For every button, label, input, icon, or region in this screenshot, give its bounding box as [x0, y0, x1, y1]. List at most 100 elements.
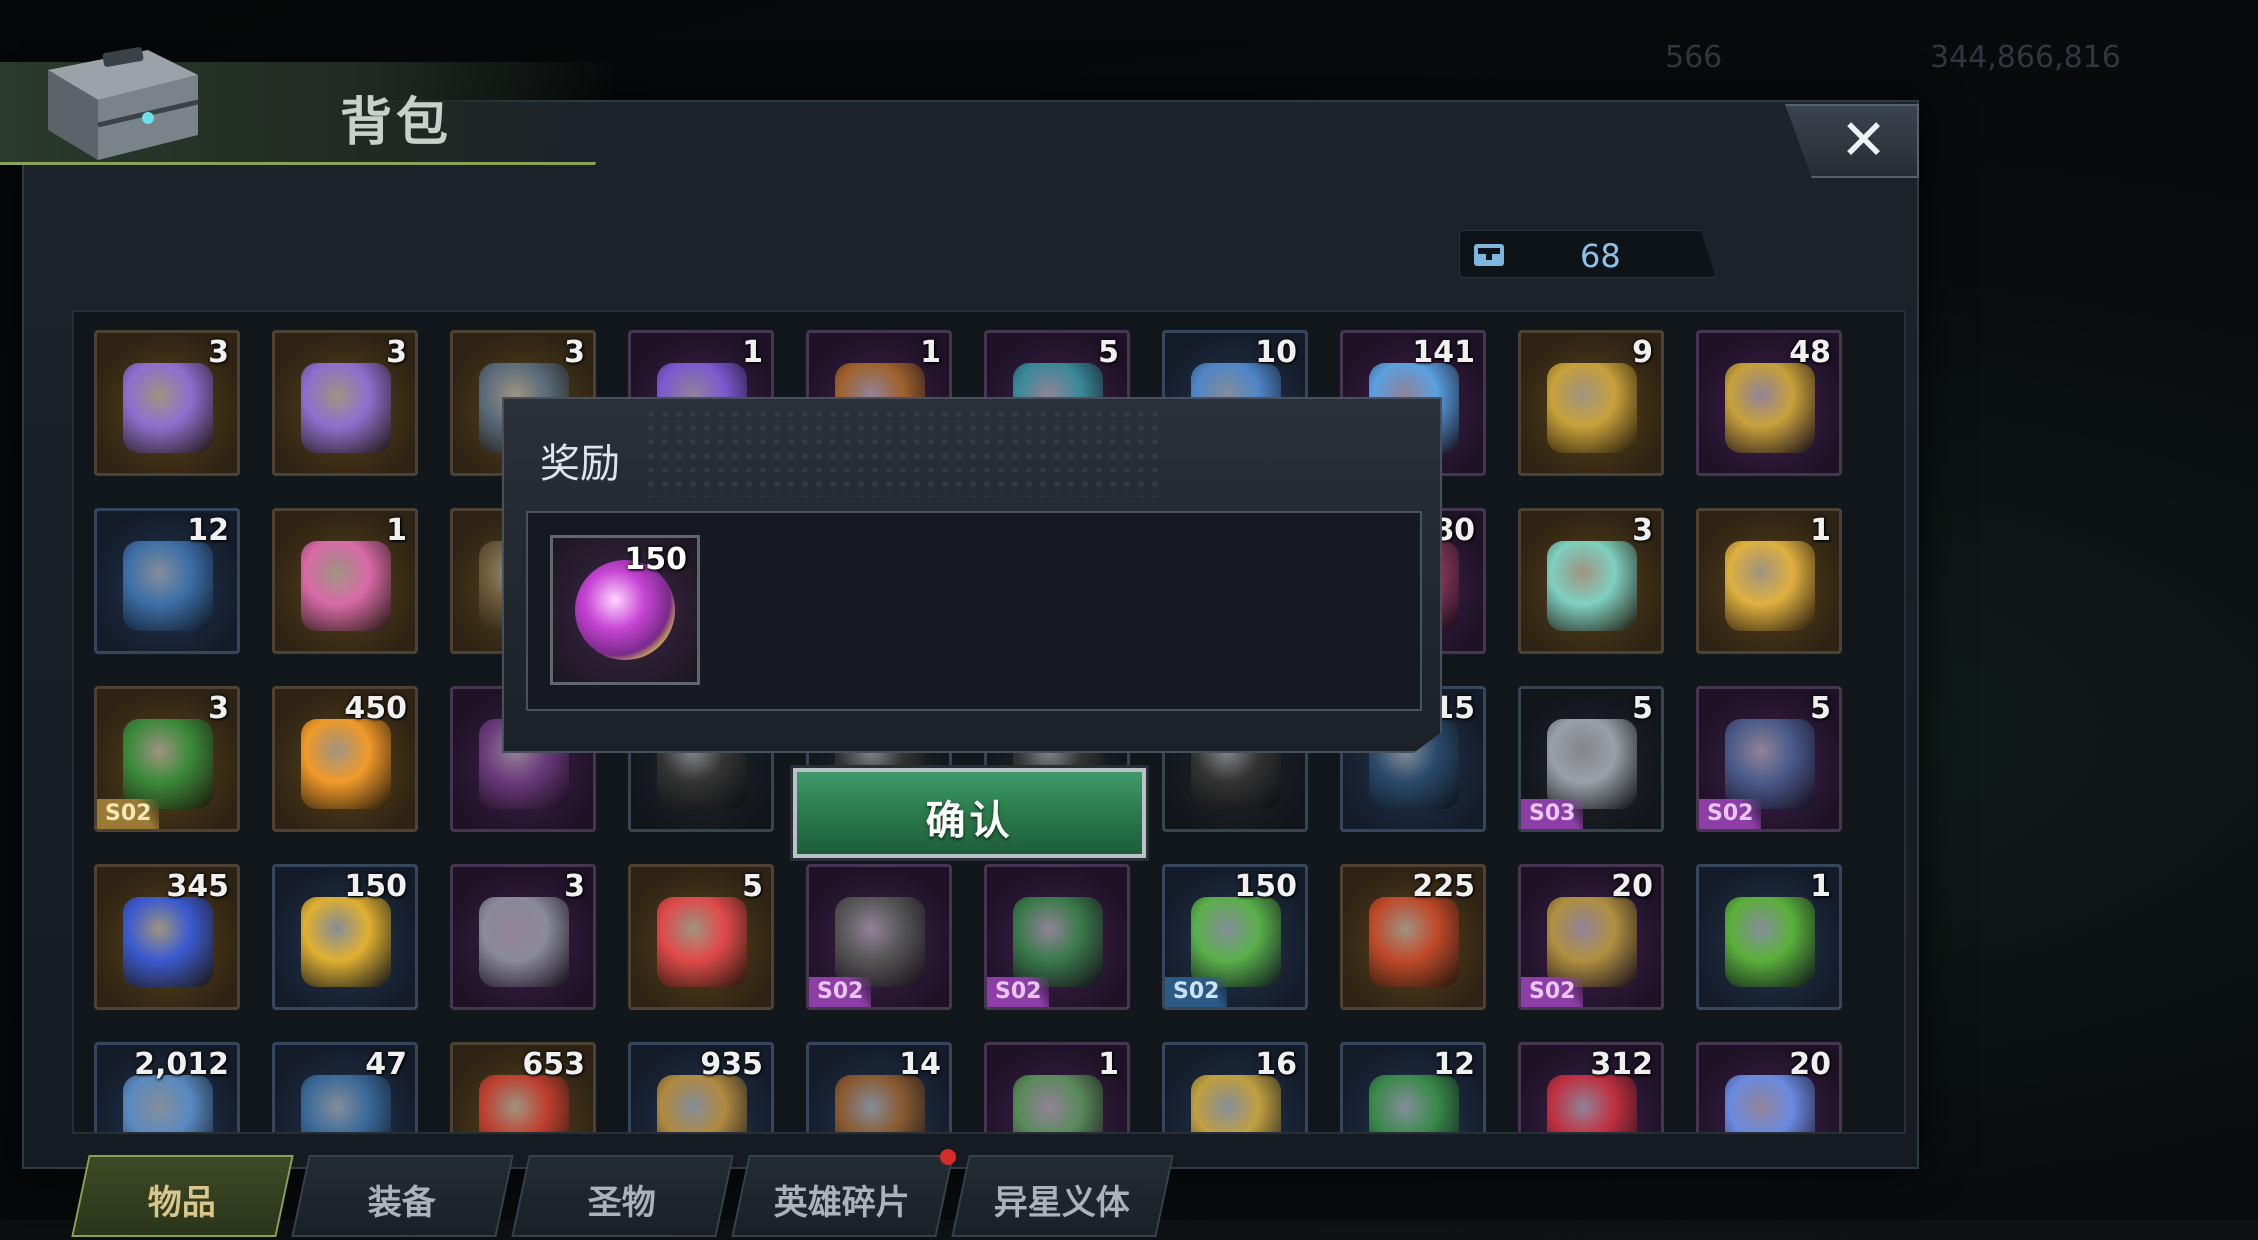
item-slot[interactable]: 225: [1340, 864, 1486, 1010]
reward-item[interactable]: 150: [550, 535, 700, 685]
tab-label: 物品: [147, 1183, 216, 1223]
item-count: 3: [208, 691, 229, 726]
bg-currency-gems: 566: [1665, 40, 1723, 75]
item-slot[interactable]: 12: [1340, 1042, 1486, 1132]
item-count: 5: [742, 869, 763, 904]
item-slot[interactable]: 150: [272, 864, 418, 1010]
tab-1[interactable]: 装备: [291, 1155, 514, 1237]
item-slot[interactable]: 47: [272, 1042, 418, 1132]
item-count: 12: [1433, 1047, 1475, 1082]
item-count: 5: [1632, 691, 1653, 726]
item-count: 3: [1632, 513, 1653, 548]
item-slot[interactable]: 5 S02: [1696, 686, 1842, 832]
confirm-label: 确认: [925, 798, 1014, 844]
tab-4[interactable]: 异星义体: [951, 1155, 1174, 1237]
item-slot[interactable]: 312: [1518, 1042, 1664, 1132]
capacity-indicator: 68: [1459, 230, 1716, 278]
item-count: 3: [386, 335, 407, 370]
item-slot[interactable]: 5 S03: [1518, 686, 1664, 832]
item-slot[interactable]: 3: [1518, 508, 1664, 654]
dialog-title: 奖励: [540, 441, 620, 487]
item-count: 20: [1789, 1047, 1831, 1082]
item-count: 3: [564, 335, 585, 370]
clover-coin-icon: [1191, 897, 1281, 987]
item-count: 345: [166, 869, 229, 904]
scissors-icon: [1191, 1075, 1281, 1132]
item-count: 935: [700, 1047, 763, 1082]
season-badge: S02: [1699, 799, 1762, 829]
item-slot[interactable]: S02: [984, 864, 1130, 1010]
item-count: 150: [1234, 869, 1297, 904]
season-badge: S03: [1521, 799, 1584, 829]
item-slot[interactable]: 3: [450, 864, 596, 1010]
item-slot[interactable]: 345: [94, 864, 240, 1010]
item-count: 225: [1412, 869, 1475, 904]
item-slot[interactable]: 1: [272, 508, 418, 654]
speedup-12h-icon: [1725, 363, 1815, 453]
item-count: 1: [1098, 1047, 1119, 1082]
bg-currency-gold: 344,866,816: [1930, 40, 2121, 75]
item-slot[interactable]: 5: [628, 864, 774, 1010]
crystal-cloth-icon: [1547, 541, 1637, 631]
item-count: 3: [208, 335, 229, 370]
item-slot[interactable]: 20 S02: [1518, 864, 1664, 1010]
bullet-icon: [657, 1075, 747, 1132]
item-slot[interactable]: 48: [1696, 330, 1842, 476]
festive-bow-icon: [1547, 1075, 1637, 1132]
tab-3[interactable]: 英雄碎片: [731, 1155, 954, 1237]
item-count: 2,012: [134, 1047, 229, 1082]
item-count: 5: [1098, 335, 1119, 370]
item-slot[interactable]: 3 S02: [94, 686, 240, 832]
confirm-button[interactable]: 确认: [790, 765, 1149, 861]
item-slot[interactable]: 20: [1696, 1042, 1842, 1132]
green-cap-icon: [1369, 1075, 1459, 1132]
item-count: 1: [386, 513, 407, 548]
tab-0[interactable]: 物品: [71, 1155, 294, 1237]
item-slot[interactable]: 1: [1696, 864, 1842, 1010]
flashlight-icon: [1725, 719, 1815, 809]
item-slot[interactable]: 935: [628, 1042, 774, 1132]
season-badge: S02: [1165, 977, 1228, 1007]
backpack-chest-icon: [48, 47, 199, 160]
season-badge: S02: [1521, 977, 1584, 1007]
speedup-4h-icon: [123, 541, 213, 631]
item-slot[interactable]: 9: [1518, 330, 1664, 476]
item-slot[interactable]: 3: [272, 330, 418, 476]
vault-dial-icon: [1547, 719, 1637, 809]
item-slot[interactable]: 12: [94, 508, 240, 654]
item-slot[interactable]: 1: [1696, 508, 1842, 654]
item-count: 12: [187, 513, 229, 548]
item-slot[interactable]: S02: [806, 864, 952, 1010]
item-slot[interactable]: 2,012: [94, 1042, 240, 1132]
blueberry-icon: [123, 897, 213, 987]
wood-log-icon: [835, 1075, 925, 1132]
festive-hat-icon: [123, 719, 213, 809]
watermelon-icon: [657, 897, 747, 987]
capacity-count: 68: [1580, 237, 1621, 275]
notification-dot: [940, 1149, 956, 1165]
item-count: 1: [920, 335, 941, 370]
item-slot[interactable]: 16: [1162, 1042, 1308, 1132]
item-count: 9: [1632, 335, 1653, 370]
reward-count: 150: [624, 542, 687, 577]
season-badge: S02: [97, 799, 160, 829]
item-slot[interactable]: 653: [450, 1042, 596, 1132]
tab-label: 异星义体: [993, 1183, 1130, 1223]
item-slot[interactable]: 1: [984, 1042, 1130, 1132]
mech-claw-icon: [479, 897, 569, 987]
item-slot[interactable]: 14: [806, 1042, 952, 1132]
item-slot[interactable]: 3: [94, 330, 240, 476]
item-slot[interactable]: 150 S02: [1162, 864, 1308, 1010]
dialog-pattern: [644, 407, 1164, 497]
tab-2[interactable]: 圣物: [511, 1155, 734, 1237]
item-count: 141: [1412, 335, 1475, 370]
speedup-24h-icon: [1547, 363, 1637, 453]
lvl1-chest-icon: [301, 363, 391, 453]
hidden-item-icon: [835, 897, 925, 987]
cassette-tape-icon: [1369, 897, 1459, 987]
hidden-item-icon: [1013, 897, 1103, 987]
item-slot[interactable]: 450: [272, 686, 418, 832]
tab-label: 圣物: [587, 1183, 656, 1223]
stopwatch-icon: [301, 1075, 391, 1132]
close-icon[interactable]: ✕: [1840, 108, 1887, 173]
